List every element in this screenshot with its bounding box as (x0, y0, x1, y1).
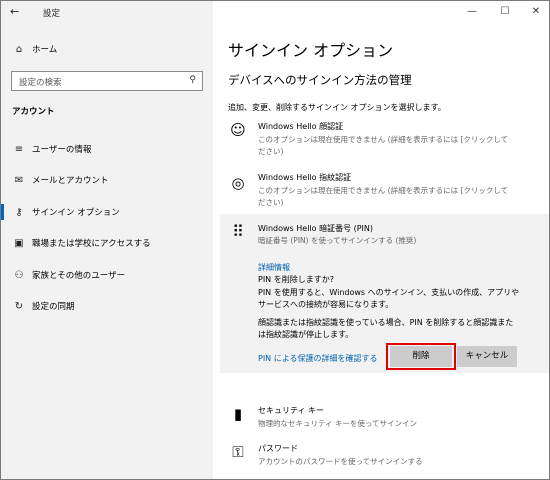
sidebar-item-home[interactable]: ⌂ ホーム (1, 38, 213, 60)
option-title: パスワード (258, 444, 298, 453)
pin-desc: 暗証番号 (PIN) を使ってサインインする (推奨) (258, 236, 417, 245)
usb-key-icon: ▮ (233, 405, 243, 423)
option-title: Windows Hello 顔認証 (258, 122, 344, 131)
sidebar-item-mail-accounts[interactable]: ✉ メールとアカウント (1, 169, 213, 191)
search-icon[interactable]: ⚲ (189, 75, 196, 85)
briefcase-icon: ▣ (14, 237, 24, 249)
intro-text: 追加、変更、削除するサインイン オプションを選択します。 (228, 103, 446, 112)
pin-title: Windows Hello 暗証番号 (PIN) (258, 224, 374, 233)
settings-window: ← 設定 ⌂ ホーム 設定の検索 ⚲ アカウント ≡ ユーザーの情報 ✉ メール… (0, 0, 550, 480)
sidebar-item-sync[interactable]: ↻ 設定の同期 (1, 295, 213, 317)
pin-remove-question: PIN を削除しますか? (258, 275, 334, 284)
mail-icon: ✉ (14, 174, 24, 186)
maximize-icon[interactable]: ☐ (498, 6, 512, 17)
option-desc: アカウントのパスワードを使ってサインインする (258, 457, 423, 466)
option-desc-line1: このオプションは現在使用できません (詳細を表示するには [クリックして (258, 135, 509, 144)
password-option[interactable]: ⚿ パスワード アカウントのパスワードを使ってサインインする (228, 443, 538, 473)
option-title: Windows Hello 指紋認証 (258, 173, 352, 182)
sidebar: ← 設定 ⌂ ホーム 設定の検索 ⚲ アカウント ≡ ユーザーの情報 ✉ メール… (1, 1, 213, 479)
sidebar-item-label: ユーザーの情報 (32, 145, 92, 155)
key-icon: ⚷ (15, 206, 23, 218)
sidebar-item-label: 設定の同期 (32, 302, 75, 312)
page-title: サインイン オプション (228, 41, 394, 60)
home-icon: ⌂ (15, 43, 23, 55)
sidebar-item-label: 職場または学校にアクセスする (32, 239, 151, 249)
sidebar-item-sign-in-options[interactable]: ⚷ サインイン オプション (1, 201, 213, 223)
sidebar-section-title: アカウント (12, 107, 55, 117)
pin-warning-line2: サービスへの接続が容易になります。 (258, 300, 394, 309)
pin-protection-link[interactable]: PIN による保護の詳細を確認する (258, 353, 377, 364)
fingerprint-icon: ◎ (231, 174, 245, 192)
sidebar-item-label: 家族とその他のユーザー (32, 271, 126, 281)
page-subtitle: デバイスへのサインイン方法の管理 (228, 73, 412, 87)
close-icon[interactable]: ✕ (529, 6, 543, 17)
selected-indicator (1, 204, 4, 220)
family-icon: ⚇ (14, 269, 24, 281)
option-desc-line1: このオプションは現在使用できません (詳細を表示するには [クリックして (258, 186, 509, 195)
window-title: 設定 (43, 9, 61, 19)
cancel-button[interactable]: キャンセル (457, 346, 517, 367)
security-key-option[interactable]: ▮ セキュリティ キー 物理的なセキュリティ キーを使ってサインイン (228, 405, 538, 435)
pin-note-line1: 顔認識または指紋認識を使っている場合、PIN を削除すると顔認識また (258, 318, 514, 327)
option-title: セキュリティ キー (258, 406, 325, 415)
sidebar-item-family[interactable]: ⚇ 家族とその他のユーザー (1, 264, 213, 286)
pin-keypad-icon: ⠿ (232, 222, 244, 241)
sidebar-item-work-school[interactable]: ▣ 職場または学校にアクセスする (1, 232, 213, 254)
back-arrow-icon[interactable]: ← (10, 5, 19, 18)
face-icon: ☺ (230, 121, 246, 139)
sync-icon: ↻ (14, 300, 24, 312)
face-recognition-option[interactable]: ☺ Windows Hello 顔認証 このオプションは現在使用できません (詳… (228, 121, 538, 161)
pin-note-line2: は指紋認識が停止します。 (258, 330, 354, 339)
details-link[interactable]: 詳細情報 (258, 262, 290, 273)
sidebar-item-label: ホーム (32, 45, 58, 55)
delete-button[interactable]: 削除 (390, 346, 452, 367)
search-input[interactable]: 設定の検索 ⚲ (11, 71, 203, 91)
option-desc-line2: ださい) (258, 198, 284, 207)
fingerprint-option[interactable]: ◎ Windows Hello 指紋認証 このオプションは現在使用できません (… (228, 172, 538, 212)
sidebar-item-label: サインイン オプション (32, 208, 120, 218)
password-key-icon: ⚿ (232, 443, 244, 461)
sidebar-item-label: メールとアカウント (32, 176, 109, 186)
user-info-icon: ≡ (14, 143, 24, 155)
minimize-icon[interactable]: — (465, 6, 479, 17)
option-desc-line2: ださい) (258, 147, 284, 156)
pin-warning-line1: PIN を使用すると、Windows へのサインイン、支払いの作成、アプリや (258, 288, 520, 297)
search-placeholder: 設定の検索 (19, 78, 62, 88)
option-desc: 物理的なセキュリティ キーを使ってサインイン (258, 419, 418, 428)
sidebar-item-user-info[interactable]: ≡ ユーザーの情報 (1, 138, 213, 160)
main-panel: — ☐ ✕ サインイン オプション デバイスへのサインイン方法の管理 追加、変更… (213, 1, 549, 479)
